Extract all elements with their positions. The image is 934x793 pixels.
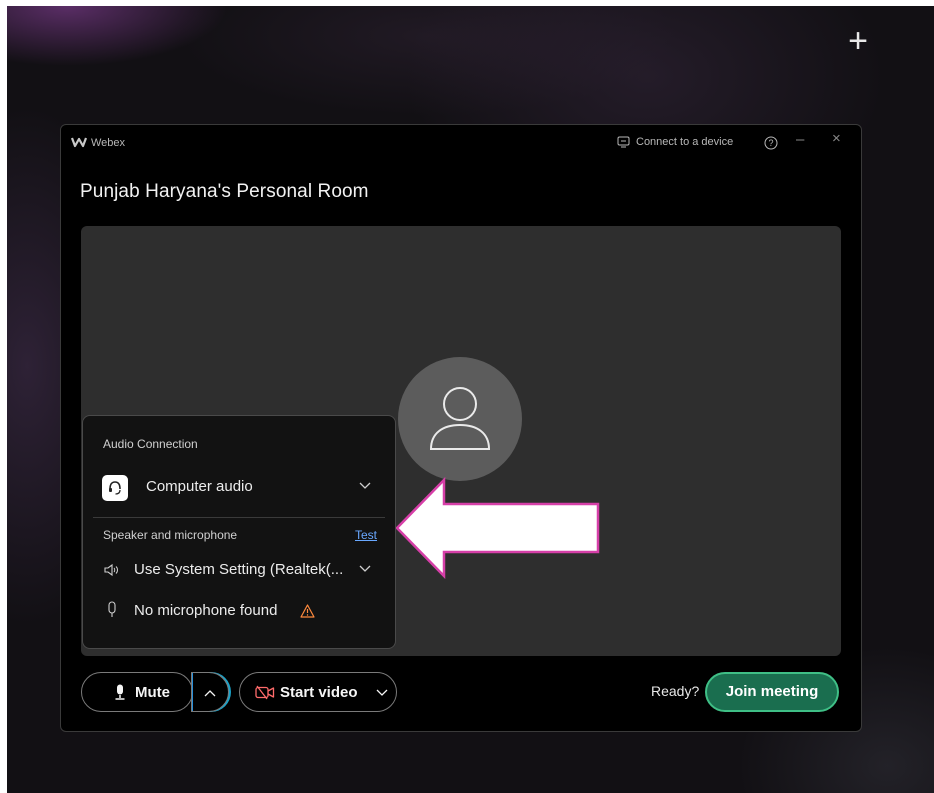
avatar bbox=[398, 357, 522, 481]
ready-text: Ready? bbox=[651, 683, 700, 699]
warning-icon bbox=[300, 604, 315, 618]
chevron-down-icon[interactable] bbox=[359, 565, 371, 573]
close-button[interactable]: × bbox=[832, 130, 841, 147]
audio-connection-popup: Audio Connection Computer audio Speaker … bbox=[82, 415, 396, 649]
chevron-up-icon bbox=[204, 690, 216, 697]
mute-button[interactable]: Mute bbox=[81, 672, 193, 712]
svg-text:?: ? bbox=[768, 138, 773, 148]
microphone-status: No microphone found bbox=[134, 602, 278, 619]
speaker-select[interactable]: Use System Setting (Realtek(... bbox=[134, 561, 343, 578]
speaker-icon bbox=[104, 563, 118, 577]
device-icon bbox=[617, 136, 630, 148]
start-video-button[interactable]: Start video bbox=[239, 672, 397, 712]
app-name: Webex bbox=[91, 137, 126, 149]
mute-label: Mute bbox=[135, 684, 170, 701]
title-bar: Webex Connect to a device ? – × bbox=[61, 125, 861, 161]
chevron-down-icon[interactable] bbox=[376, 689, 388, 697]
start-video-label: Start video bbox=[280, 684, 358, 701]
chevron-down-icon[interactable] bbox=[359, 482, 371, 490]
computer-audio-icon bbox=[102, 475, 128, 501]
speaker-microphone-heading: Speaker and microphone bbox=[103, 528, 238, 542]
connect-to-device-label: Connect to a device bbox=[636, 136, 734, 148]
connect-to-device-button[interactable]: Connect to a device bbox=[617, 136, 733, 148]
audio-connection-heading: Audio Connection bbox=[103, 437, 198, 451]
webex-logo-icon bbox=[71, 137, 87, 148]
microphone-icon bbox=[115, 684, 125, 700]
headset-icon bbox=[109, 481, 121, 495]
test-link[interactable]: Test bbox=[355, 528, 377, 542]
microphone-icon bbox=[108, 601, 116, 617]
room-title: Punjab Haryana's Personal Room bbox=[80, 181, 369, 202]
add-icon[interactable]: + bbox=[843, 24, 873, 58]
user-icon bbox=[429, 387, 491, 450]
help-icon[interactable]: ? bbox=[764, 136, 778, 150]
computer-audio-option[interactable]: Computer audio bbox=[146, 478, 253, 495]
minimize-button[interactable]: – bbox=[796, 131, 804, 148]
annotation-arrow-icon bbox=[396, 477, 600, 579]
divider bbox=[93, 517, 385, 518]
join-meeting-button[interactable]: Join meeting bbox=[705, 672, 839, 712]
video-off-icon bbox=[255, 685, 275, 700]
